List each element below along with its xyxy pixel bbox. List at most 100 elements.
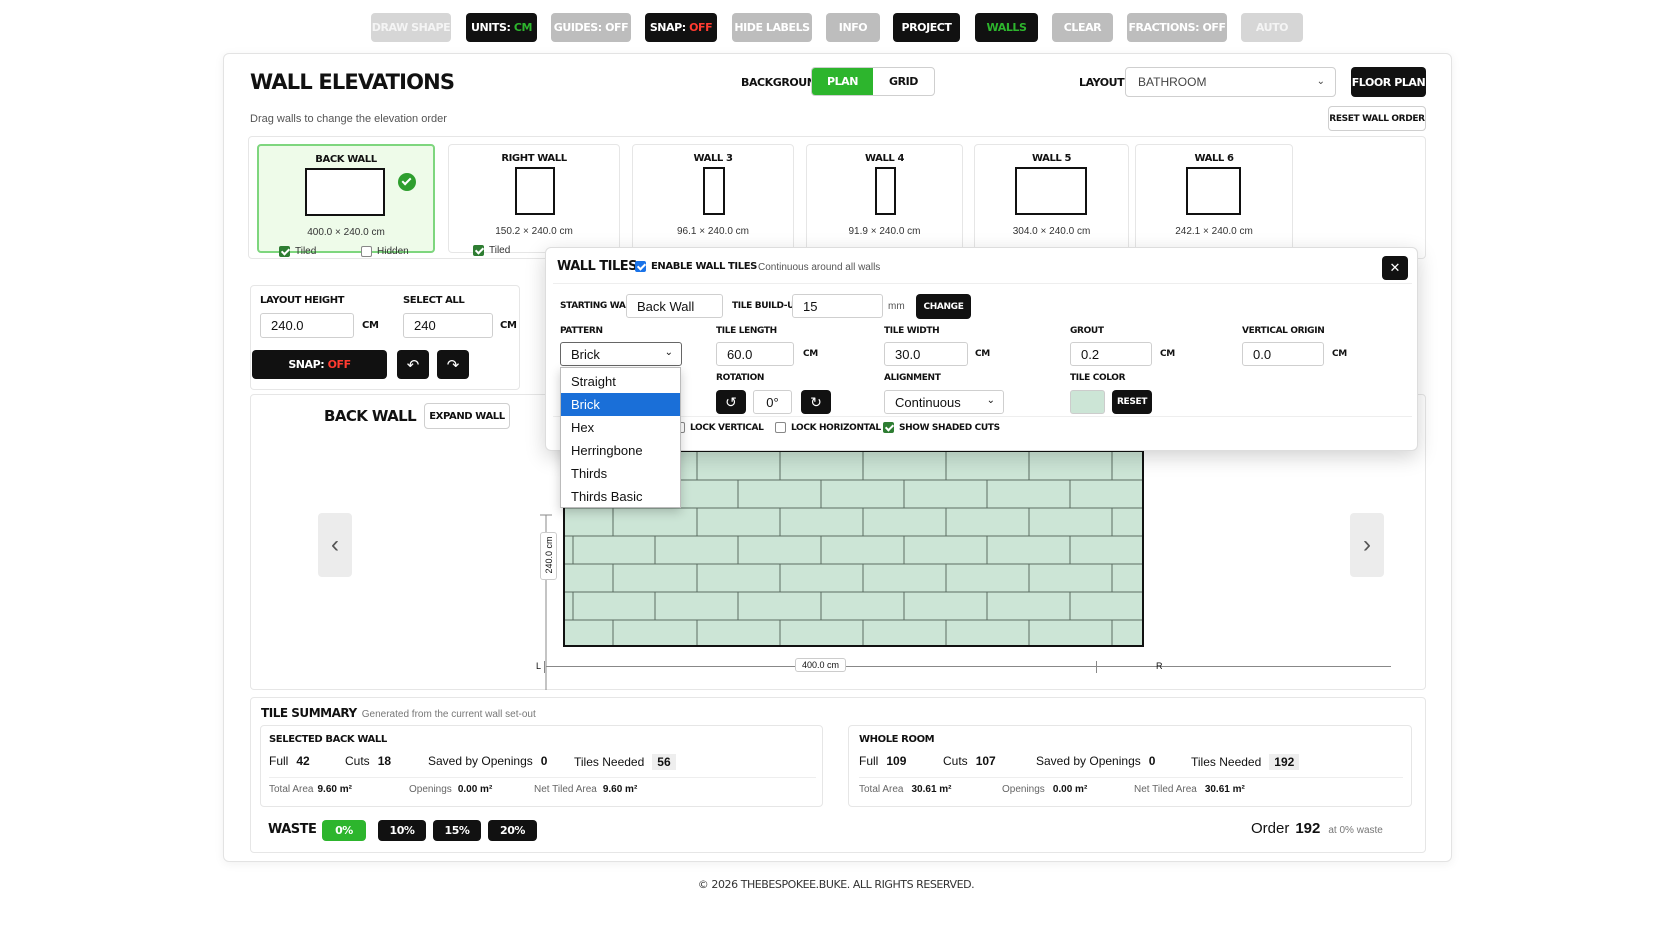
- check-circle-icon: [398, 173, 416, 191]
- chevron-down-icon: ⌄: [1316, 76, 1325, 87]
- wall-card-back-wall[interactable]: BACK WALL 400.0 × 240.0 cm Tiled Hidden: [257, 144, 435, 257]
- unit-label: CM: [362, 320, 379, 331]
- background-plan-option[interactable]: PLAN: [812, 68, 873, 95]
- saved-count: Saved by Openings 0: [1036, 754, 1156, 768]
- hide-labels-button[interactable]: HIDE LABELS: [732, 13, 812, 42]
- tiled-checkbox[interactable]: Tiled: [473, 245, 510, 256]
- guides-button[interactable]: GUIDES: OFF: [551, 13, 631, 42]
- footer: © 2026 THEBESPOKEE.BUKE. ALL RIGHTS RESE…: [697, 878, 975, 891]
- tile-color-swatch[interactable]: [1070, 390, 1105, 414]
- wall-card-wall-3[interactable]: WALL 3 96.1 × 240.0 cm: [632, 144, 794, 253]
- alignment-label: ALIGNMENT: [884, 373, 941, 383]
- wall-size: 96.1 × 240.0 cm: [677, 226, 749, 237]
- wall-name: WALL 6: [1194, 153, 1234, 164]
- grout-input[interactable]: 0.2: [1070, 342, 1152, 366]
- build-up-unit: mm: [888, 301, 905, 312]
- wall-card-wall-4[interactable]: WALL 4 91.9 × 240.0 cm: [806, 144, 963, 253]
- checkbox-icon: [775, 422, 786, 433]
- expand-wall-button[interactable]: EXPAND WALL: [424, 403, 510, 429]
- cuts-count: Cuts 18: [345, 754, 392, 768]
- undo-icon: ↶: [406, 356, 420, 374]
- pattern-option-hex[interactable]: Hex: [561, 416, 680, 439]
- fractions-button[interactable]: FRACTIONS: OFF: [1127, 13, 1227, 42]
- background-toggle: PLAN GRID: [811, 67, 935, 96]
- chevron-down-icon: ⌄: [664, 347, 673, 358]
- redo-icon: ↷: [446, 356, 460, 374]
- info-button[interactable]: INFO: [826, 13, 880, 42]
- starting-wall-field[interactable]: Back Wall: [626, 294, 723, 318]
- tile-length-input[interactable]: 60.0: [716, 342, 794, 366]
- close-icon: ✕: [1389, 260, 1401, 275]
- wall-tiles-title: WALL TILES: [557, 259, 637, 274]
- vertical-origin-input[interactable]: 0.0: [1242, 342, 1324, 366]
- rotate-right-button[interactable]: ↻: [801, 390, 831, 414]
- layout-select[interactable]: BATHROOM ⌄: [1125, 67, 1336, 97]
- reset-color-button[interactable]: RESET: [1112, 390, 1152, 414]
- wall-size: 400.0 × 240.0 cm: [307, 227, 385, 238]
- floor-plan-button[interactable]: FLOOR PLAN: [1351, 67, 1426, 97]
- check-icon: [473, 245, 484, 256]
- clear-button[interactable]: CLEAR: [1052, 13, 1113, 42]
- waste-10-button[interactable]: 10%: [378, 820, 426, 841]
- full-count: Full 42: [269, 754, 310, 768]
- wall-size: 304.0 × 240.0 cm: [1012, 226, 1091, 237]
- tiled-checkbox[interactable]: Tiled: [279, 246, 316, 257]
- page-title: WALL ELEVATIONS: [250, 70, 455, 94]
- wall-name: RIGHT WALL: [501, 153, 567, 164]
- order-total: Order 192 at 0% waste: [1251, 820, 1383, 837]
- checkbox-icon: [361, 246, 372, 257]
- lock-vertical-checkbox[interactable]: LOCK VERTICAL: [674, 422, 764, 433]
- dimension-tick: [544, 661, 545, 673]
- vertical-origin-label: VERTICAL ORIGIN: [1242, 326, 1325, 336]
- rotate-left-button[interactable]: ↺: [716, 390, 746, 414]
- pattern-option-herringbone[interactable]: Herringbone: [561, 439, 680, 462]
- right-marker: R: [1156, 661, 1163, 671]
- units-button[interactable]: UNITS: CM: [466, 13, 537, 42]
- next-wall-button[interactable]: ›: [1350, 513, 1384, 577]
- net-tiled-area: Net Tiled Area 30.61 m²: [1134, 784, 1245, 795]
- tile-build-up-input[interactable]: 15: [792, 294, 883, 318]
- show-shaded-cuts-checkbox[interactable]: SHOW SHADED CUTS: [883, 422, 1000, 433]
- undo-button[interactable]: ↶: [397, 350, 429, 379]
- close-panel-button[interactable]: ✕: [1382, 256, 1408, 280]
- pattern-option-brick[interactable]: Brick: [561, 393, 680, 416]
- check-icon: [279, 246, 290, 257]
- tile-build-up-label: TILE BUILD-UP: [732, 301, 801, 311]
- project-button[interactable]: PROJECT: [893, 13, 960, 42]
- prev-wall-button[interactable]: ‹: [318, 513, 352, 577]
- height-dimension-label: 240.0 cm: [540, 532, 557, 580]
- pattern-option-straight[interactable]: Straight: [561, 370, 680, 393]
- wall-card-wall-6[interactable]: WALL 6 242.1 × 240.0 cm: [1135, 144, 1293, 253]
- background-grid-option[interactable]: GRID: [873, 68, 934, 95]
- rotation-label: ROTATION: [716, 373, 765, 383]
- pattern-option-thirds[interactable]: Thirds: [561, 462, 680, 485]
- layout-height-input[interactable]: 240.0: [260, 313, 354, 338]
- change-button[interactable]: CHANGE: [916, 294, 971, 319]
- waste-0-button[interactable]: 0%: [322, 820, 366, 841]
- hidden-checkbox[interactable]: Hidden: [361, 246, 409, 257]
- snap-toolbar-button[interactable]: SNAP: OFF: [645, 13, 717, 42]
- pattern-option-thirds-basic[interactable]: Thirds Basic: [561, 485, 680, 508]
- whole-room-title: WHOLE ROOM: [859, 734, 935, 745]
- pattern-select[interactable]: Brick ⌄: [560, 342, 682, 366]
- redo-button[interactable]: ↷: [437, 350, 469, 379]
- enable-wall-tiles-checkbox[interactable]: ENABLE WALL TILES: [635, 261, 757, 272]
- snap-button[interactable]: SNAP: OFF: [252, 350, 387, 379]
- lock-horizontal-checkbox[interactable]: LOCK HORIZONTAL: [775, 422, 881, 433]
- summary-subtitle: Generated from the current wall set-out: [361, 709, 536, 720]
- draw-shape-button[interactable]: DRAW SHAPE: [371, 13, 451, 42]
- tile-width-input[interactable]: 30.0: [884, 342, 968, 366]
- select-all-input[interactable]: 240: [403, 313, 493, 338]
- chevron-right-icon: ›: [1363, 531, 1371, 558]
- waste-20-button[interactable]: 20%: [488, 820, 537, 841]
- check-icon: [883, 422, 894, 433]
- walls-button[interactable]: WALLS: [975, 13, 1038, 42]
- auto-button[interactable]: AUTO: [1241, 13, 1303, 42]
- alignment-select[interactable]: Continuous ⌄: [884, 390, 1004, 414]
- rotation-input[interactable]: 0°: [753, 390, 792, 414]
- wall-card-wall-5[interactable]: WALL 5 304.0 × 240.0 cm: [974, 144, 1129, 253]
- net-tiled-area: Net Tiled Area 9.60 m²: [534, 784, 638, 795]
- waste-15-button[interactable]: 15%: [433, 820, 481, 841]
- reset-wall-order-button[interactable]: RESET WALL ORDER: [1328, 106, 1426, 131]
- wall-card-right-wall[interactable]: RIGHT WALL 150.2 × 240.0 cm Tiled: [448, 144, 620, 256]
